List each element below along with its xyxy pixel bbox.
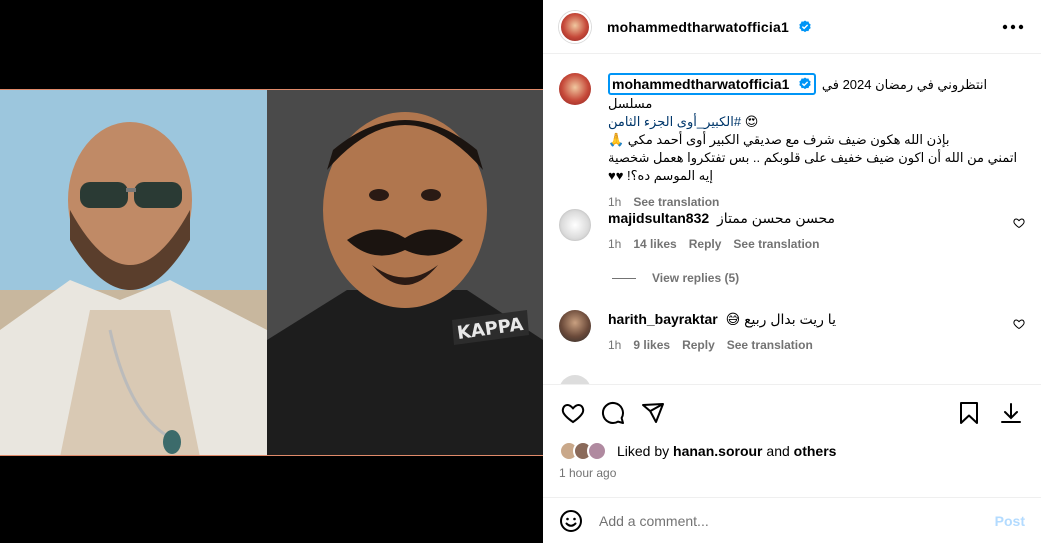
save-button[interactable]: [955, 399, 983, 427]
emoji-icon[interactable]: [559, 509, 583, 533]
caption-body: mohammedtharwatofficia1 انتظروني في رمضا…: [608, 73, 1025, 209]
download-icon: [1001, 403, 1021, 423]
photo-right-man-mustache: KAPPA: [267, 90, 543, 455]
comment-text: يا ريت بدال ربيع 😅: [725, 311, 836, 327]
caption: mohammedtharwatofficia1 انتظروني في رمضا…: [559, 73, 1025, 209]
liker-avatar: [587, 441, 607, 461]
photo-right-drawing: KAPPA: [267, 90, 543, 455]
comments-list[interactable]: mohammedtharwatofficia1 انتظروني في رمضا…: [543, 55, 1041, 385]
download-button[interactable]: [997, 399, 1025, 427]
caption-line-2: بإذن الله هكون ضيف شرف مع صديقي الكبير أ…: [608, 132, 950, 147]
more-horizontal-icon: [1002, 24, 1024, 29]
divider-line: [612, 277, 636, 279]
author-avatar[interactable]: [559, 10, 591, 43]
comment-item-partial: [559, 375, 1025, 384]
caption-hashtag[interactable]: #الكبير_أوى الجزء الثامن: [608, 114, 741, 129]
paper-plane-icon: [642, 403, 664, 423]
comment-body: majidsultan832 محسن محسن ممتاز 1h 14 lik…: [608, 209, 1003, 251]
comment-item: majidsultan832 محسن محسن ممتاز 1h 14 lik…: [559, 209, 1025, 251]
liker-avatars[interactable]: [559, 441, 607, 461]
post-timestamp[interactable]: 1 hour ago: [559, 466, 616, 480]
caption-username-text[interactable]: mohammedtharwatofficia1: [612, 76, 789, 92]
share-button[interactable]: [639, 399, 667, 427]
actions-right-group: [955, 399, 1025, 427]
instagram-post-modal: KAPPA mohammedtharwatofficia1 mohammedth…: [0, 0, 1041, 543]
liked-by-user[interactable]: hanan.sorour: [673, 443, 762, 459]
caption-meta: 1h See translation: [608, 195, 1025, 209]
verified-badge-icon: [799, 19, 811, 32]
caption-see-translation[interactable]: See translation: [633, 195, 719, 209]
commenter-avatar[interactable]: [559, 375, 591, 384]
liked-by-others[interactable]: others: [794, 443, 837, 459]
add-comment-bar: Post: [543, 497, 1041, 543]
bookmark-icon: [960, 402, 978, 424]
caption-username[interactable]: mohammedtharwatofficia1: [608, 73, 817, 95]
more-options-button[interactable]: [1001, 15, 1025, 39]
liked-by-label: Liked by: [617, 443, 670, 459]
caption-avatar[interactable]: [559, 73, 591, 105]
like-comment-heart-icon[interactable]: [1013, 318, 1025, 330]
likes-summary: Liked by hanan.sorour and others: [559, 441, 1025, 461]
comment-input[interactable]: [599, 512, 995, 529]
post-header: mohammedtharwatofficia1: [543, 0, 1041, 54]
comment-meta: 1h 14 likes Reply See translation: [608, 237, 1003, 251]
comment-button[interactable]: [599, 399, 627, 427]
liked-by-and: and: [766, 443, 790, 459]
reply-button[interactable]: Reply: [689, 237, 722, 251]
like-button[interactable]: [559, 399, 587, 427]
comment-text: محسن محسن ممتاز: [717, 210, 836, 226]
author-username-text[interactable]: mohammedtharwatofficia1: [607, 19, 789, 35]
view-replies-button[interactable]: View replies (5): [612, 271, 739, 285]
post-comment-button[interactable]: Post: [995, 513, 1025, 529]
caption-text: mohammedtharwatofficia1 انتظروني في رمضا…: [608, 73, 1025, 185]
post-actions-bar: [559, 397, 1025, 429]
comment-username[interactable]: majidsultan832: [608, 210, 709, 226]
caption-time[interactable]: 1h: [608, 195, 621, 209]
reply-button[interactable]: Reply: [682, 338, 715, 352]
post-image[interactable]: KAPPA: [0, 89, 543, 456]
verified-badge-icon: [799, 77, 811, 90]
commenter-avatar[interactable]: [559, 310, 591, 342]
caption-line-3: اتمني من الله أن اكون ضيف خفيف على قلوبك…: [608, 150, 1018, 183]
comment-line: majidsultan832 محسن محسن ممتاز: [608, 209, 1003, 227]
commenter-avatar[interactable]: [559, 209, 591, 241]
comment-line: harith_bayraktar يا ريت بدال ربيع 😅: [608, 310, 1003, 328]
media-pane: KAPPA: [0, 0, 543, 543]
comment-likes[interactable]: 14 likes: [633, 237, 676, 251]
comment-time[interactable]: 1h: [608, 338, 621, 352]
comment-item: harith_bayraktar يا ريت بدال ربيع 😅 1h 9…: [559, 310, 1025, 352]
photo-left-man-sunglasses: [0, 90, 267, 455]
heart-icon: [561, 403, 585, 424]
see-translation-link[interactable]: See translation: [733, 237, 819, 251]
comment-body: harith_bayraktar يا ريت بدال ربيع 😅 1h 9…: [608, 310, 1003, 352]
comment-bubble-icon: [601, 401, 624, 424]
post-side-panel: mohammedtharwatofficia1 mohammedtharwato…: [543, 0, 1041, 543]
photo-left-drawing: [0, 90, 267, 455]
comment-likes[interactable]: 9 likes: [633, 338, 670, 352]
author-username[interactable]: mohammedtharwatofficia1: [607, 19, 812, 35]
view-replies-label[interactable]: View replies (5): [652, 271, 739, 285]
comment-time[interactable]: 1h: [608, 237, 621, 251]
caption-emoji: 😍: [744, 114, 759, 129]
like-comment-heart-icon[interactable]: [1013, 217, 1025, 229]
see-translation-link[interactable]: See translation: [727, 338, 813, 352]
comment-meta: 1h 9 likes Reply See translation: [608, 338, 1003, 352]
comment-username[interactable]: harith_bayraktar: [608, 311, 718, 327]
